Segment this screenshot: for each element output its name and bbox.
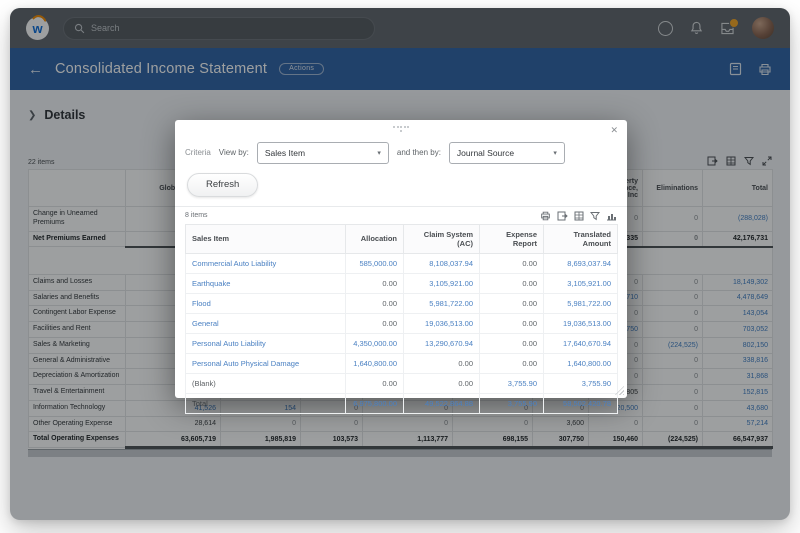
drillable-amount-cell[interactable]: 17,640,670.94 <box>544 333 618 353</box>
criteria-row: Criteria View by: Sales Item ▾ and then … <box>185 142 617 164</box>
view-by-label: View by: <box>219 148 249 157</box>
print-icon[interactable] <box>540 211 551 221</box>
modal-items-count: 8 items <box>185 212 208 219</box>
drillable-amount-cell[interactable]: 5,981,722.00 <box>544 293 618 313</box>
column-header: Sales Item <box>186 224 346 253</box>
table-row: Earthquake0.003,105,921.000.003,105,921.… <box>186 273 618 293</box>
sales-item-link[interactable]: Earthquake <box>186 273 346 293</box>
drillable-amount-cell[interactable]: 6,975,800.00 <box>346 393 404 413</box>
chevron-down-icon: ▾ <box>377 149 381 157</box>
filter-icon[interactable] <box>590 211 600 221</box>
table-row: (Blank)0.000.003,755.903,755.90 <box>186 373 618 393</box>
amount-cell: 0.00 <box>346 313 404 333</box>
drillable-amount-cell[interactable]: 3,105,921.00 <box>404 273 480 293</box>
grid-icon[interactable] <box>574 211 584 221</box>
sales-item-link[interactable]: Flood <box>186 293 346 313</box>
table-row: General0.0019,036,513.000.0019,036,513.0… <box>186 313 618 333</box>
table-row: Flood0.005,981,722.000.005,981,722.00 <box>186 293 618 313</box>
drillable-amount-cell[interactable]: 3,755.90 <box>480 373 544 393</box>
app-window: w Search ← Consolidat <box>10 8 790 520</box>
drillable-amount-cell[interactable]: 13,290,670.94 <box>404 333 480 353</box>
view-by-select[interactable]: Sales Item ▾ <box>257 142 389 164</box>
drillable-amount-cell[interactable]: 1,640,800.00 <box>544 353 618 373</box>
criteria-label: Criteria <box>185 148 211 157</box>
sales-item-link[interactable]: Commercial Auto Liability <box>186 253 346 273</box>
drillable-amount-cell[interactable]: 3,755.90 <box>480 393 544 413</box>
sales-item-link[interactable]: General <box>186 313 346 333</box>
table-row: Commercial Auto Liability585,000.008,108… <box>186 253 618 273</box>
table-row: Personal Auto Liability4,350,000.0013,29… <box>186 333 618 353</box>
drillable-amount-cell[interactable]: 8,108,037.94 <box>404 253 480 273</box>
drillable-amount-cell[interactable]: 1,640,800.00 <box>346 353 404 373</box>
sales-item-link[interactable]: Personal Auto Liability <box>186 333 346 353</box>
drillable-amount-cell[interactable]: 5,981,722.00 <box>404 293 480 313</box>
amount-cell: 0.00 <box>404 353 480 373</box>
then-by-value: Journal Source <box>457 148 514 158</box>
amount-cell: 0.00 <box>480 253 544 273</box>
amount-cell: 0.00 <box>480 293 544 313</box>
amount-cell: 0.00 <box>346 273 404 293</box>
refresh-button[interactable]: Refresh <box>187 173 258 197</box>
amount-cell: 0.00 <box>480 313 544 333</box>
amount-cell: 0.00 <box>346 373 404 393</box>
drillable-amount-cell[interactable]: 49,522,864.88 <box>404 393 480 413</box>
drag-handle-icon[interactable] <box>393 126 409 132</box>
close-icon[interactable]: ✕ <box>610 126 618 135</box>
table-row: Personal Auto Physical Damage1,640,800.0… <box>186 353 618 373</box>
chart-icon[interactable] <box>606 211 617 221</box>
amount-cell: 0.00 <box>480 353 544 373</box>
table-row: Total6,975,800.0049,522,864.883,755.9058… <box>186 393 618 413</box>
drillable-amount-cell[interactable]: 4,350,000.00 <box>346 333 404 353</box>
modal-toolbar <box>540 211 617 221</box>
divider <box>175 206 627 207</box>
sales-item-link[interactable]: Personal Auto Physical Damage <box>186 353 346 373</box>
drillable-amount-cell[interactable]: 19,036,513.00 <box>544 313 618 333</box>
row-label: Total <box>186 393 346 413</box>
drillable-amount-cell[interactable]: 3,105,921.00 <box>544 273 618 293</box>
drillable-amount-cell[interactable]: 8,693,037.94 <box>544 253 618 273</box>
column-header: Expense Report <box>480 224 544 253</box>
column-header: Translated Amount <box>544 224 618 253</box>
column-header: Allocation <box>346 224 404 253</box>
export-excel-icon[interactable] <box>557 211 568 221</box>
drillable-amount-cell[interactable]: 19,036,513.00 <box>404 313 480 333</box>
drillable-amount-cell[interactable]: 58,502,420.78 <box>544 393 618 413</box>
row-label: (Blank) <box>186 373 346 393</box>
then-by-label: and then by: <box>397 148 441 157</box>
chevron-down-icon: ▾ <box>553 149 557 157</box>
drillable-amount-cell[interactable]: 585,000.00 <box>346 253 404 273</box>
view-by-value: Sales Item <box>265 148 305 158</box>
amount-cell: 0.00 <box>346 293 404 313</box>
then-by-select[interactable]: Journal Source ▾ <box>449 142 565 164</box>
drilldown-modal: ✕ Criteria View by: Sales Item ▾ and the… <box>175 120 627 398</box>
drillable-amount-cell[interactable]: 3,755.90 <box>544 373 618 393</box>
amount-cell: 0.00 <box>404 373 480 393</box>
column-header: Claim System (AC) <box>404 224 480 253</box>
modal-table-meta: 8 items <box>185 211 617 221</box>
drilldown-table: Sales ItemAllocationClaim System (AC)Exp… <box>185 224 618 414</box>
amount-cell: 0.00 <box>480 273 544 293</box>
amount-cell: 0.00 <box>480 333 544 353</box>
